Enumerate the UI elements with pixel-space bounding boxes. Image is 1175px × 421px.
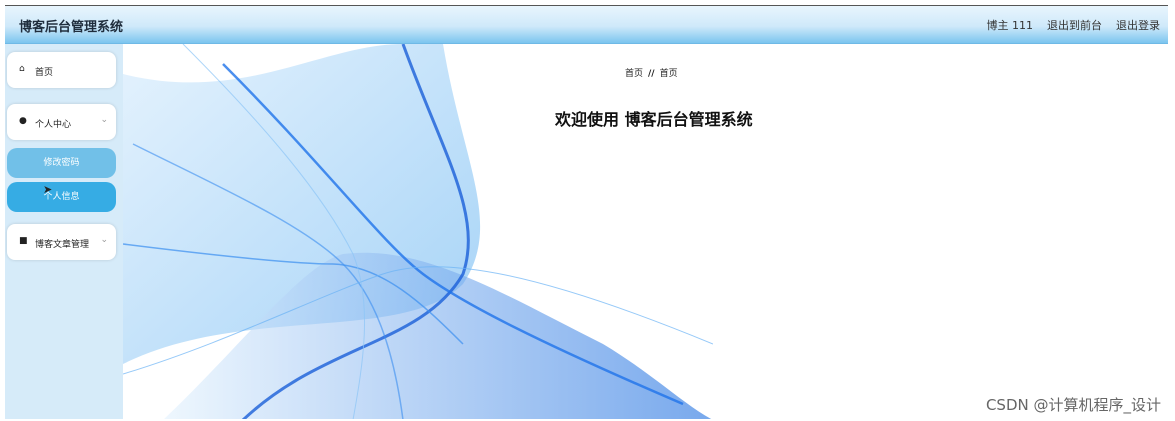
header-actions: 博主 111 退出到前台 退出登录: [987, 17, 1161, 33]
sidebar: ⌂ 首页 ● 个人中心 ⌄ 修改密码 个人信息 ➤ ■ 博客文章管理 ⌄: [5, 44, 123, 419]
logout-link[interactable]: 退出登录: [1116, 17, 1160, 33]
sidebar-item-blog-articles[interactable]: ■ 博客文章管理 ⌄: [7, 224, 116, 260]
breadcrumb-current: 首页: [659, 69, 678, 79]
home-icon: ⌂: [19, 64, 25, 74]
mouse-cursor-icon: ➤: [43, 183, 53, 196]
submenu-personal-info[interactable]: 个人信息: [7, 182, 116, 212]
submenu-change-password[interactable]: 修改密码: [7, 148, 116, 178]
sidebar-item-home[interactable]: ⌂ 首页: [7, 52, 116, 88]
sidebar-item-label: 博客文章管理: [35, 240, 90, 250]
exit-to-frontend-link[interactable]: 退出到前台: [1047, 17, 1102, 33]
breadcrumb-parent[interactable]: 首页: [625, 69, 643, 79]
chevron-down-icon: ⌄: [100, 115, 108, 125]
sidebar-item-label: 个人中心: [35, 120, 72, 130]
watermark: CSDN @计算机程序_设计: [985, 396, 1161, 414]
top-bar: 博客后台管理系统 博主 111 退出到前台 退出登录: [5, 6, 1168, 44]
user-icon: ●: [19, 116, 27, 126]
breadcrumb: 首页 // 首页: [625, 66, 678, 79]
app-window: 博客后台管理系统 博主 111 退出到前台 退出登录 ⌂ 首页 ● 个人中心 ⌄…: [5, 5, 1168, 419]
chevron-down-icon: ⌄: [100, 235, 108, 245]
user-label: 博主 111: [986, 19, 1034, 32]
sidebar-item-label: 首页: [35, 68, 54, 78]
breadcrumb-separator: //: [648, 69, 655, 79]
decorative-wave-background: [123, 44, 713, 419]
page-title: 欢迎使用 博客后台管理系统: [555, 110, 753, 129]
app-title: 博客后台管理系统: [19, 20, 124, 35]
sidebar-item-personal-center[interactable]: ● 个人中心 ⌄: [7, 104, 116, 140]
article-icon: ■: [19, 236, 28, 246]
